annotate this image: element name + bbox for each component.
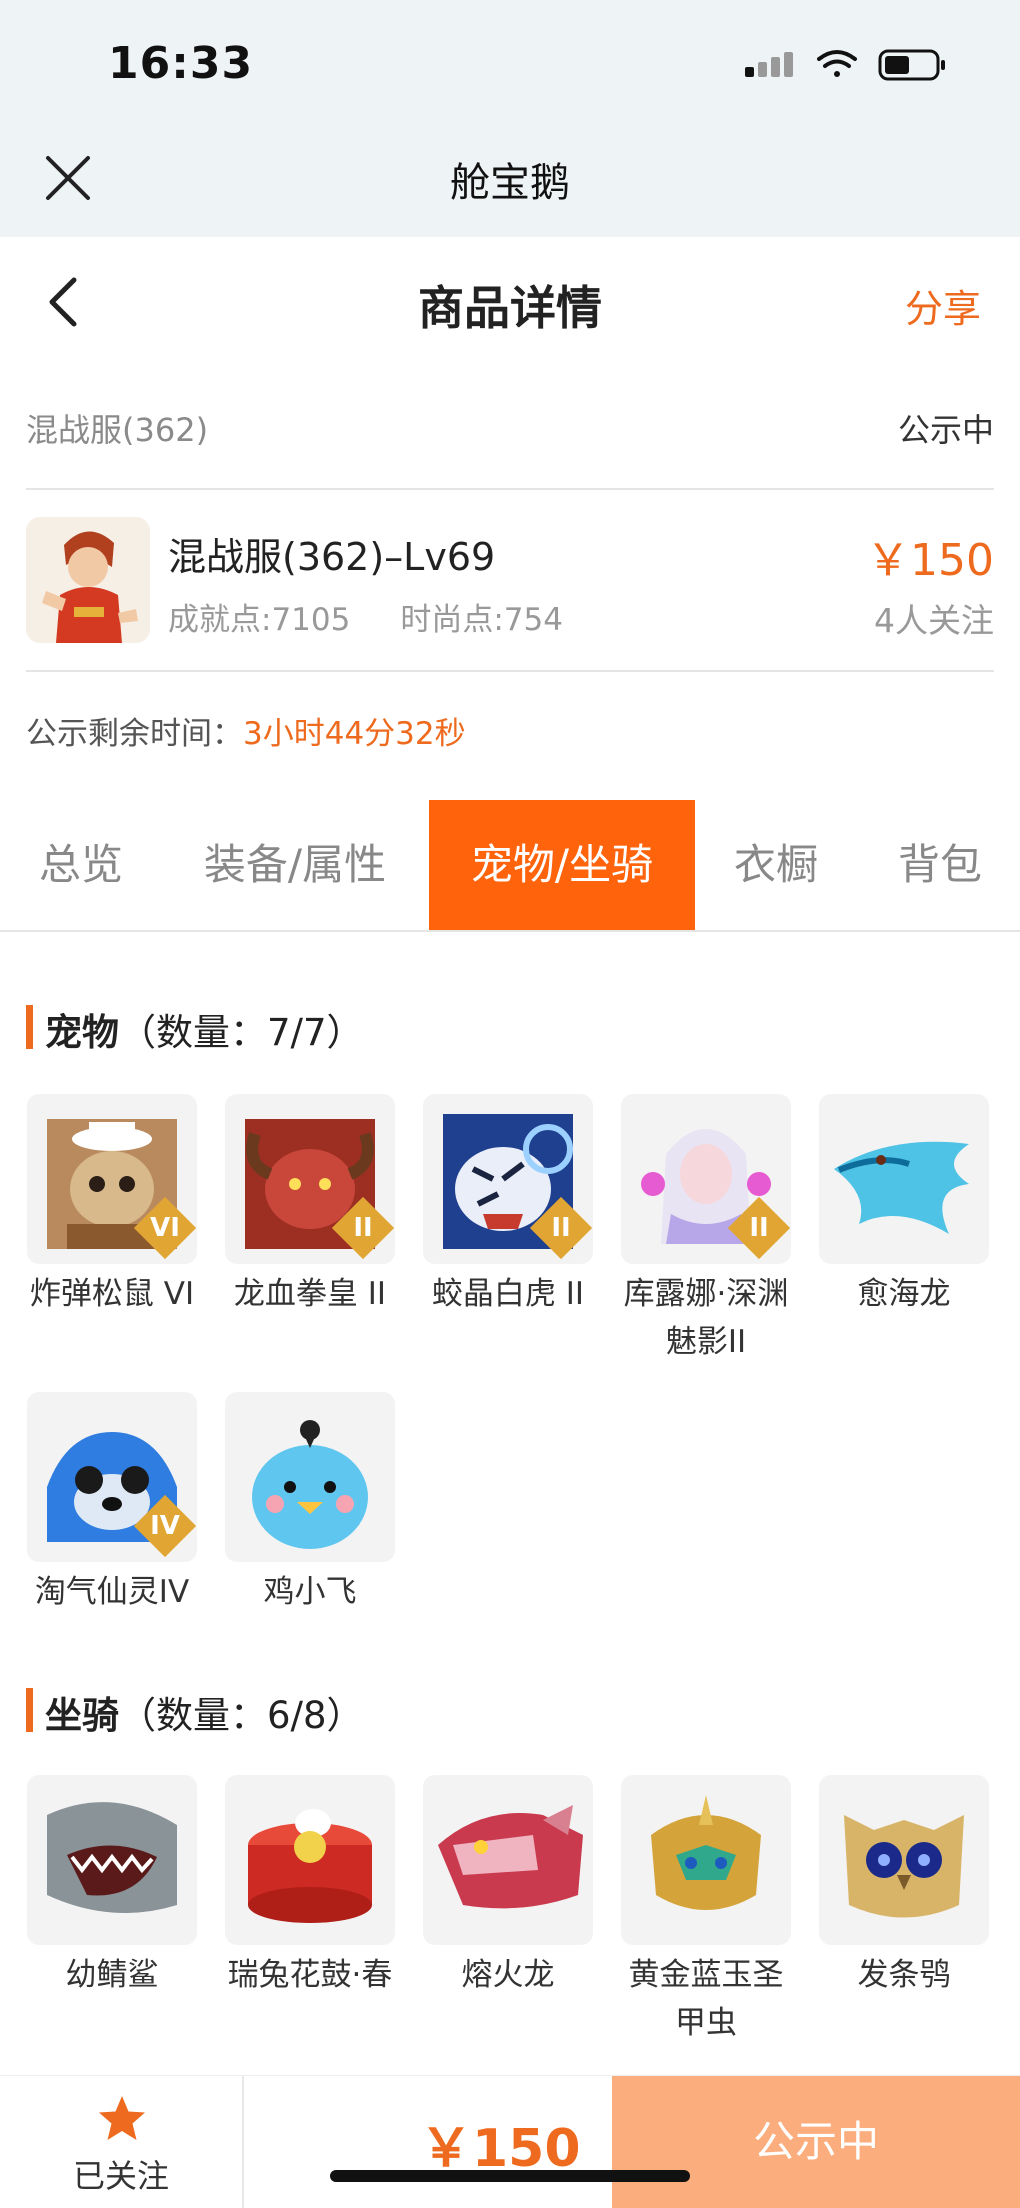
tab-pets-mounts[interactable]: 宠物/坐骑: [429, 800, 695, 930]
divider: [26, 488, 994, 490]
battery-icon: [878, 49, 945, 81]
pet-name: 库露娜·深渊魅影II: [623, 1276, 789, 1360]
pet-name: 愈海龙: [857, 1276, 951, 1312]
tab-overview[interactable]: 总览: [0, 800, 162, 930]
pet-thumbnail: II: [621, 1094, 791, 1264]
remaining-time-value: 3小时44分32秒: [243, 716, 466, 752]
rank-badge: II: [727, 1196, 791, 1260]
rank-badge: VI: [133, 1196, 197, 1260]
pet-thumbnail: [225, 1392, 395, 1562]
mount-name: 发条鸮: [857, 1957, 951, 1993]
rank-badge: II: [529, 1196, 593, 1260]
server-name: 混战服(362): [26, 411, 209, 449]
pet-thumbnail: VI: [27, 1094, 197, 1264]
follow-button[interactable]: 已关注: [0, 2076, 244, 2208]
home-indicator: [330, 2170, 690, 2182]
pets-title: 宠物: [45, 1011, 119, 1054]
remaining-time-label: 公示剩余时间：: [26, 716, 243, 752]
mount-thumbnail: [27, 1775, 197, 1945]
pet-name: 淘气仙灵IV: [34, 1574, 190, 1610]
mount-item[interactable]: 熔火龙: [420, 1775, 596, 1999]
mount-item[interactable]: 黄金蓝玉圣甲虫: [618, 1775, 794, 2047]
mounts-section-title: 坐骑（数量：6/8）: [45, 1685, 364, 1739]
product-name: 混战服(362)–Lv69: [168, 535, 496, 579]
pet-name: 炸弹松鼠 VI: [29, 1276, 195, 1312]
tab-bar: 总览 装备/属性 宠物/坐骑 衣橱 背包: [0, 800, 1020, 932]
mounts-count: （数量：6/8）: [119, 1694, 364, 1737]
section-accent: [26, 1688, 33, 1732]
pet-name: 鸡小飞: [263, 1574, 357, 1610]
tab-backpack[interactable]: 背包: [870, 800, 1010, 930]
mount-thumbnail: [423, 1775, 593, 1945]
status-icons: [740, 45, 950, 85]
mount-thumbnail: [225, 1775, 395, 1945]
rank-badge: IV: [133, 1494, 197, 1558]
pet-thumbnail: II: [225, 1094, 395, 1264]
pet-item[interactable]: IV 淘气仙灵IV: [24, 1392, 200, 1616]
page-title: 商品详情: [418, 281, 602, 335]
mount-thumbnail: [819, 1775, 989, 1945]
pets-count: （数量：7/7）: [119, 1011, 364, 1054]
follower-count: 4人关注: [874, 601, 994, 640]
star-icon: [99, 2096, 145, 2140]
tab-wardrobe[interactable]: 衣橱: [708, 800, 844, 930]
mount-item[interactable]: 瑞兔花鼓·春: [222, 1775, 398, 1999]
pet-thumbnail: II: [423, 1094, 593, 1264]
pet-name: 蛟晶白虎 II: [431, 1276, 585, 1312]
pet-thumbnail: [819, 1094, 989, 1264]
pet-thumbnail: IV: [27, 1392, 197, 1562]
price: ￥150: [866, 535, 994, 586]
section-accent: [26, 1005, 33, 1049]
cellular-signal-icon: [745, 52, 793, 77]
divider: [26, 670, 994, 672]
mount-name: 黄金蓝玉圣甲虫: [628, 1957, 784, 2041]
pet-item[interactable]: VI 炸弹松鼠 VI: [24, 1094, 200, 1318]
fashion-points: 时尚点:754: [400, 602, 563, 638]
rank-badge: II: [331, 1196, 395, 1260]
share-button[interactable]: 分享: [905, 278, 981, 333]
app-title: 舱宝鹅: [450, 160, 570, 206]
remaining-time: 公示剩余时间：3小时44分32秒: [26, 708, 466, 753]
mount-item[interactable]: 发条鸮: [816, 1775, 992, 1999]
follow-label: 已关注: [72, 2157, 169, 2195]
pet-item[interactable]: 鸡小飞: [222, 1392, 398, 1616]
pet-item[interactable]: II 库露娜·深渊魅影II: [618, 1094, 794, 1366]
mounts-title: 坐骑: [45, 1694, 119, 1737]
pet-item[interactable]: II 龙血拳皇 II: [222, 1094, 398, 1318]
mount-item[interactable]: 幼鲭鲨: [24, 1775, 200, 1999]
mount-name: 幼鲭鲨: [65, 1957, 159, 1993]
pets-section-title: 宠物（数量：7/7）: [45, 1002, 364, 1056]
mount-thumbnail: [621, 1775, 791, 1945]
pet-item[interactable]: 愈海龙: [816, 1094, 992, 1318]
bottom-action-bar: 已关注 ￥150 公示中: [0, 2075, 1020, 2208]
product-meta: 成就点:7105 时尚点:754: [168, 594, 613, 639]
status-time: 16:33: [108, 38, 254, 89]
pet-item[interactable]: II 蛟晶白虎 II: [420, 1094, 596, 1318]
mount-name: 熔火龙: [461, 1957, 555, 1993]
listing-status: 公示中: [897, 411, 994, 449]
pet-name: 龙血拳皇 II: [233, 1276, 387, 1312]
achievement-points: 成就点:7105: [168, 602, 351, 638]
mount-name: 瑞兔花鼓·春: [227, 1957, 393, 1993]
status-button[interactable]: 公示中: [612, 2076, 1020, 2208]
tab-equipment[interactable]: 装备/属性: [180, 800, 410, 930]
character-avatar: [26, 517, 150, 643]
wifi-icon: [817, 50, 857, 77]
